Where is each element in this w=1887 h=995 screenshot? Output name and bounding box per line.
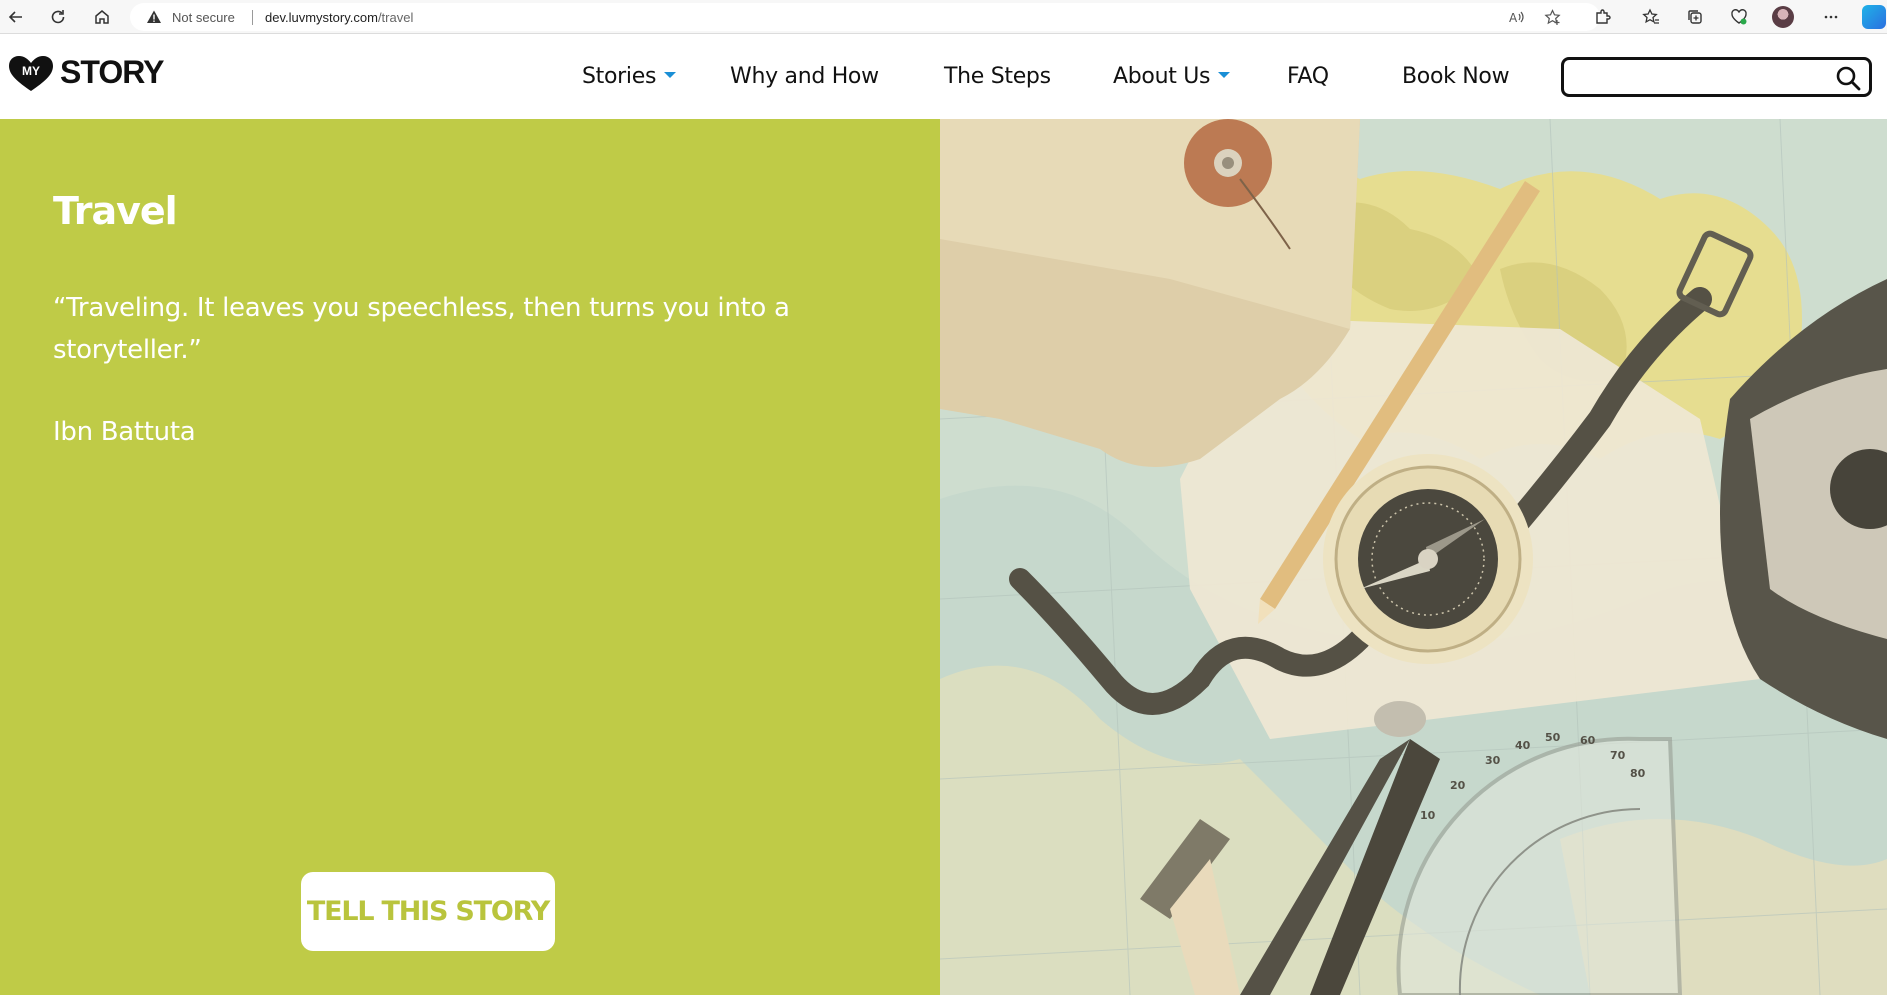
home-button[interactable] — [88, 3, 116, 31]
nav-faq[interactable]: FAQ — [1287, 64, 1329, 89]
home-icon — [95, 10, 109, 24]
bing-icon[interactable] — [1862, 5, 1886, 29]
chevron-down-icon — [1218, 72, 1231, 78]
nav-why-and-how-label: Why and How — [730, 64, 879, 89]
heart-logo-icon: MY — [9, 56, 53, 91]
collections-icon — [1688, 10, 1702, 24]
hero-quote: “Traveling. It leaves you speechless, th… — [53, 293, 790, 365]
hero-text-panel: Travel “Traveling. It leaves you speechl… — [0, 119, 940, 995]
favorites-button[interactable] — [1637, 3, 1665, 31]
read-aloud-icon: A — [1509, 11, 1524, 25]
nav-about-us[interactable]: About Us — [1113, 64, 1231, 89]
back-icon — [8, 11, 22, 23]
address-bar[interactable]: Not secure dev.luvmystory.com/travel A — [130, 3, 1600, 31]
nav-why-and-how[interactable]: Why and How — [730, 64, 879, 89]
add-favorite-icon — [1543, 8, 1561, 25]
browser-essentials-icon — [1731, 9, 1747, 25]
search-icon[interactable] — [1835, 65, 1861, 91]
chevron-down-icon — [664, 72, 677, 78]
hero-image: 10 20 30 40 50 60 70 80 — [940, 119, 1887, 995]
nav-book-now-label: Book Now — [1402, 64, 1510, 89]
extensions-button[interactable] — [1588, 3, 1616, 31]
warning-icon — [147, 10, 161, 23]
nav-about-us-label: About Us — [1113, 64, 1211, 89]
nav-book-now[interactable]: Book Now — [1402, 64, 1510, 89]
travel-map-illustration: 102030 4050 60 7080 — [940, 119, 1887, 995]
logo-badge: MY — [22, 64, 40, 78]
back-button[interactable] — [2, 3, 30, 31]
extensions-icon — [1596, 9, 1611, 24]
url-path: /travel — [377, 10, 414, 25]
browser-toolbar: Not secure dev.luvmystory.com/travel A — [0, 0, 1887, 34]
search-input[interactable] — [1574, 64, 1818, 92]
security-label[interactable]: Not secure — [172, 10, 235, 25]
quote-author: Ibn Battuta — [53, 417, 196, 447]
nav-the-steps[interactable]: The Steps — [944, 64, 1051, 89]
add-favorite-button[interactable] — [1542, 7, 1562, 27]
more-icon — [1824, 15, 1838, 19]
site-logo[interactable]: MY STORY — [8, 54, 164, 95]
logo-text: STORY — [60, 54, 164, 90]
url-text[interactable]: dev.luvmystory.com/travel — [265, 10, 413, 25]
address-divider — [252, 10, 253, 25]
refresh-icon — [51, 10, 65, 24]
site-header: MY STORY Stories Why and How The Steps A… — [0, 34, 1887, 119]
nav-faq-label: FAQ — [1287, 64, 1329, 89]
svg-text:A: A — [1509, 11, 1518, 25]
nav-the-steps-label: The Steps — [944, 64, 1051, 89]
browser-essentials-button[interactable] — [1725, 3, 1753, 31]
search-box — [1561, 57, 1872, 97]
read-aloud-button[interactable]: A — [1506, 7, 1526, 27]
profile-avatar[interactable] — [1772, 6, 1794, 28]
tell-this-story-button[interactable]: TELL THIS STORY — [301, 872, 555, 951]
more-button[interactable] — [1817, 3, 1845, 31]
page-title: Travel — [53, 189, 178, 233]
url-host: dev.luvmystory.com — [265, 10, 378, 25]
nav-stories-label: Stories — [582, 64, 657, 89]
nav-stories[interactable]: Stories — [582, 64, 677, 89]
favorites-icon — [1642, 8, 1659, 24]
refresh-button[interactable] — [44, 3, 72, 31]
collections-button[interactable] — [1681, 3, 1709, 31]
